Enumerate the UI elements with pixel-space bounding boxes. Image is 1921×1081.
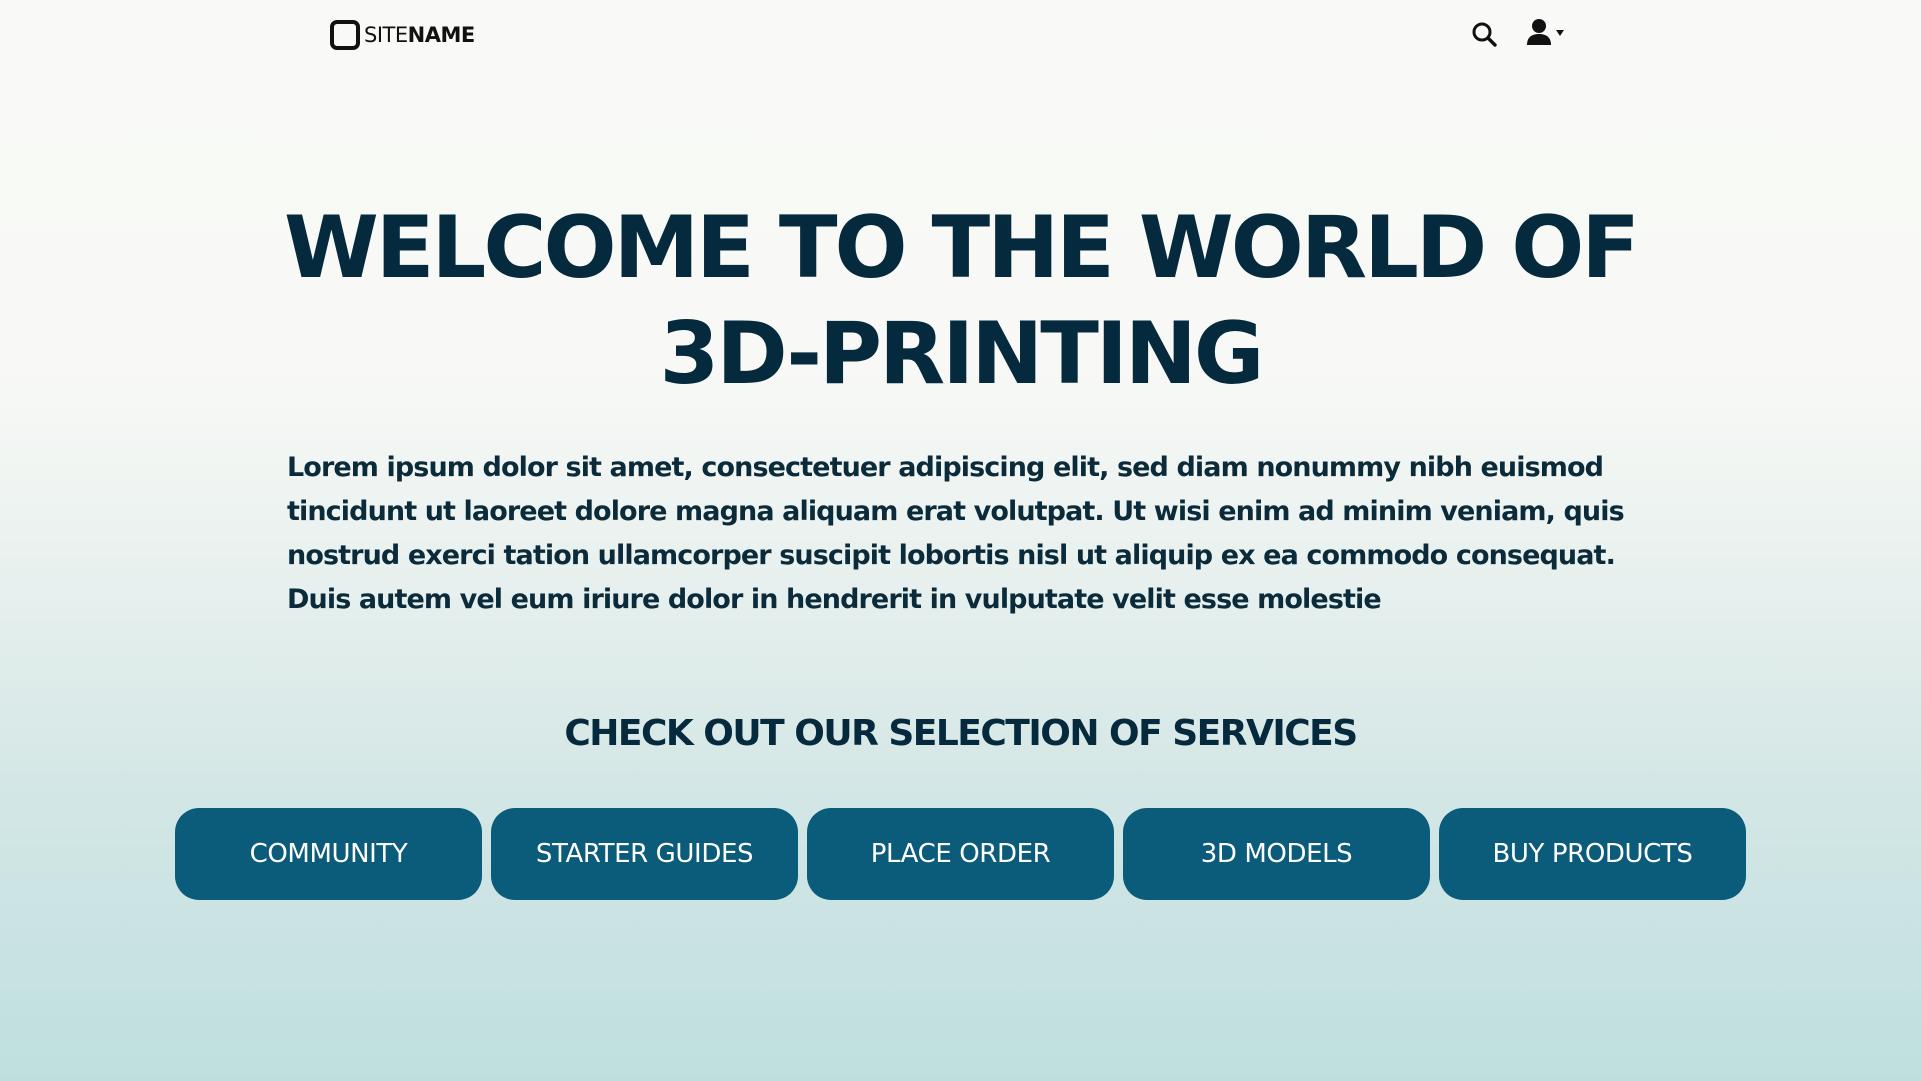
user-icon [1527, 19, 1551, 45]
buy-products-button[interactable]: BUY PRODUCTS [1439, 808, 1746, 900]
3d-models-button[interactable]: 3D MODELS [1123, 808, 1430, 900]
logo-text-prefix: SITE [364, 23, 408, 47]
services-button-group: COMMUNITY STARTER GUIDES PLACE ORDER 3D … [175, 808, 1746, 900]
hero-title-line-1: WELCOME TO THE WORLD OF [283, 198, 1640, 298]
community-button[interactable]: COMMUNITY [175, 808, 482, 900]
search-icon [1472, 22, 1497, 47]
hero-title: WELCOME TO THE WORLD OF 3D-PRINTING [240, 195, 1681, 407]
search-button[interactable] [1470, 20, 1498, 48]
logo-text-suffix: NAME [407, 23, 476, 47]
hero-title-line-2: 3D-PRINTING [659, 304, 1265, 404]
caret-down-icon [1556, 30, 1564, 36]
services-heading: CHECK OUT OUR SELECTION OF SERVICES [564, 713, 1358, 754]
site-logo[interactable]: SITENAME [330, 16, 475, 54]
logo-text: SITENAME [364, 23, 475, 47]
place-order-button[interactable]: PLACE ORDER [807, 808, 1114, 900]
logo-square-icon [330, 20, 360, 50]
site-header: SITENAME [0, 0, 1921, 70]
starter-guides-button[interactable]: STARTER GUIDES [491, 808, 798, 900]
user-menu-button[interactable] [1526, 18, 1566, 48]
hero-description: Lorem ipsum dolor sit amet, consectetuer… [287, 452, 1625, 615]
